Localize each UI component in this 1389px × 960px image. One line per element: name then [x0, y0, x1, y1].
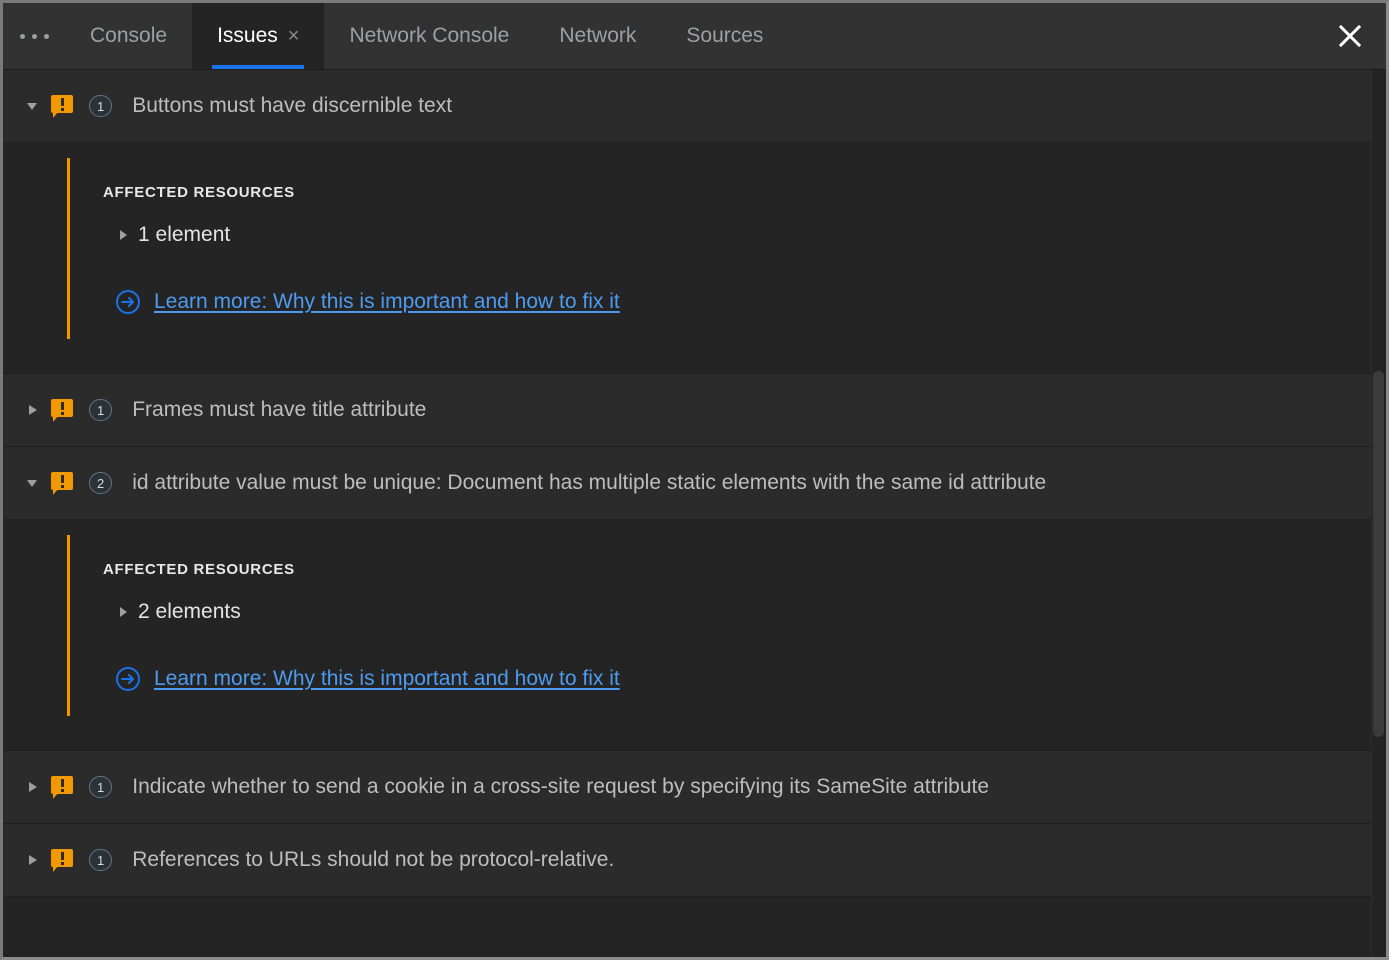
issue-item: 2 id attribute value must be unique: Doc…	[3, 447, 1386, 751]
tab-sources[interactable]: Sources	[661, 3, 788, 69]
issue-header[interactable]: 2 id attribute value must be unique: Doc…	[3, 447, 1386, 519]
affected-resources-label: AFFECTED RESOURCES	[103, 561, 295, 578]
affected-resource-row[interactable]: 2 elements	[117, 600, 1386, 624]
chevron-right-icon[interactable]	[117, 606, 129, 618]
affected-resource-count: 2 elements	[138, 600, 241, 623]
issue-item: 1 Indicate whether to send a cookie in a…	[3, 751, 1386, 824]
issue-item: 1 Frames must have title attribute	[3, 374, 1386, 447]
issue-header[interactable]: 1 Buttons must have discernible text	[3, 70, 1386, 142]
affected-resource-row[interactable]: 1 element	[117, 223, 1386, 247]
chevron-right-icon[interactable]	[117, 229, 129, 241]
issue-count-badge: 1	[89, 849, 113, 871]
dot-2	[31, 33, 37, 39]
dot-1	[19, 33, 25, 39]
chevron-right-icon[interactable]	[17, 403, 47, 417]
warning-icon	[51, 399, 73, 422]
warning-icon	[51, 776, 73, 799]
issue-details-inner: AFFECTED RESOURCES 2 elements Learn more…	[67, 535, 1386, 716]
issue-title: References to URLs should not be protoco…	[132, 848, 615, 871]
tab-network-label: Network	[559, 24, 637, 47]
issue-count-badge: 1	[89, 776, 113, 798]
tab-console-label: Console	[90, 24, 168, 47]
scrollbar-thumb[interactable]	[1373, 371, 1384, 737]
chevron-right-icon[interactable]	[17, 780, 47, 794]
learn-more-link[interactable]: Learn more: Why this is important and ho…	[115, 289, 620, 315]
issue-header[interactable]: 1 Indicate whether to send a cookie in a…	[3, 751, 1386, 824]
dot-3	[43, 33, 49, 39]
affected-resources-label: AFFECTED RESOURCES	[103, 184, 295, 201]
tab-sources-label: Sources	[686, 24, 764, 47]
chevron-down-icon[interactable]	[17, 476, 47, 490]
issues-list: 1 Buttons must have discernible text AFF…	[3, 70, 1386, 957]
issue-title: id attribute value must be unique: Docum…	[132, 471, 1047, 494]
issues-scrollbar[interactable]	[1371, 70, 1386, 957]
warning-icon	[51, 95, 73, 118]
issue-count-badge: 1	[89, 95, 113, 117]
devtools-window: Console Issues × Network Console Network…	[0, 0, 1389, 960]
learn-more-label: Learn more: Why this is important and ho…	[154, 667, 620, 690]
tab-network-console[interactable]: Network Console	[324, 3, 534, 69]
devtools-tabbar: Console Issues × Network Console Network…	[3, 3, 1386, 70]
issue-title: Frames must have title attribute	[132, 398, 427, 421]
tab-console[interactable]: Console	[65, 3, 192, 69]
warning-icon	[51, 849, 73, 872]
close-panel-button[interactable]	[1314, 3, 1386, 69]
learn-more-label: Learn more: Why this is important and ho…	[154, 290, 620, 313]
issue-details: AFFECTED RESOURCES 2 elements Learn more…	[3, 519, 1386, 751]
issue-header[interactable]: 1 Frames must have title attribute	[3, 374, 1386, 447]
warning-icon	[51, 472, 73, 495]
issue-title: Indicate whether to send a cookie in a c…	[132, 775, 990, 798]
issue-count-badge: 2	[89, 472, 113, 494]
arrow-circle-icon	[116, 290, 140, 314]
tab-issues[interactable]: Issues ×	[192, 3, 325, 69]
issue-count-badge: 1	[89, 399, 113, 421]
close-icon[interactable]: ×	[288, 26, 300, 46]
more-tools-icon[interactable]	[3, 3, 65, 69]
issue-details-inner: AFFECTED RESOURCES 1 element Learn more:…	[67, 158, 1386, 339]
arrow-circle-icon	[116, 667, 140, 691]
issue-item: 1 Buttons must have discernible text AFF…	[3, 70, 1386, 374]
chevron-down-icon[interactable]	[17, 99, 47, 113]
issue-details: AFFECTED RESOURCES 1 element Learn more:…	[3, 142, 1386, 374]
tab-issues-label: Issues	[217, 24, 278, 47]
issue-title: Buttons must have discernible text	[132, 94, 453, 117]
learn-more-link[interactable]: Learn more: Why this is important and ho…	[115, 666, 620, 692]
tab-strip: Console Issues × Network Console Network…	[65, 3, 1314, 69]
tab-active-underline	[212, 65, 305, 69]
issue-item: 1 References to URLs should not be proto…	[3, 824, 1386, 897]
tab-network-console-label: Network Console	[349, 24, 510, 47]
chevron-right-icon[interactable]	[17, 853, 47, 867]
close-panel-icon	[1338, 24, 1362, 48]
tab-network[interactable]: Network	[534, 3, 661, 69]
affected-resource-count: 1 element	[138, 223, 231, 246]
issue-header[interactable]: 1 References to URLs should not be proto…	[3, 824, 1386, 897]
